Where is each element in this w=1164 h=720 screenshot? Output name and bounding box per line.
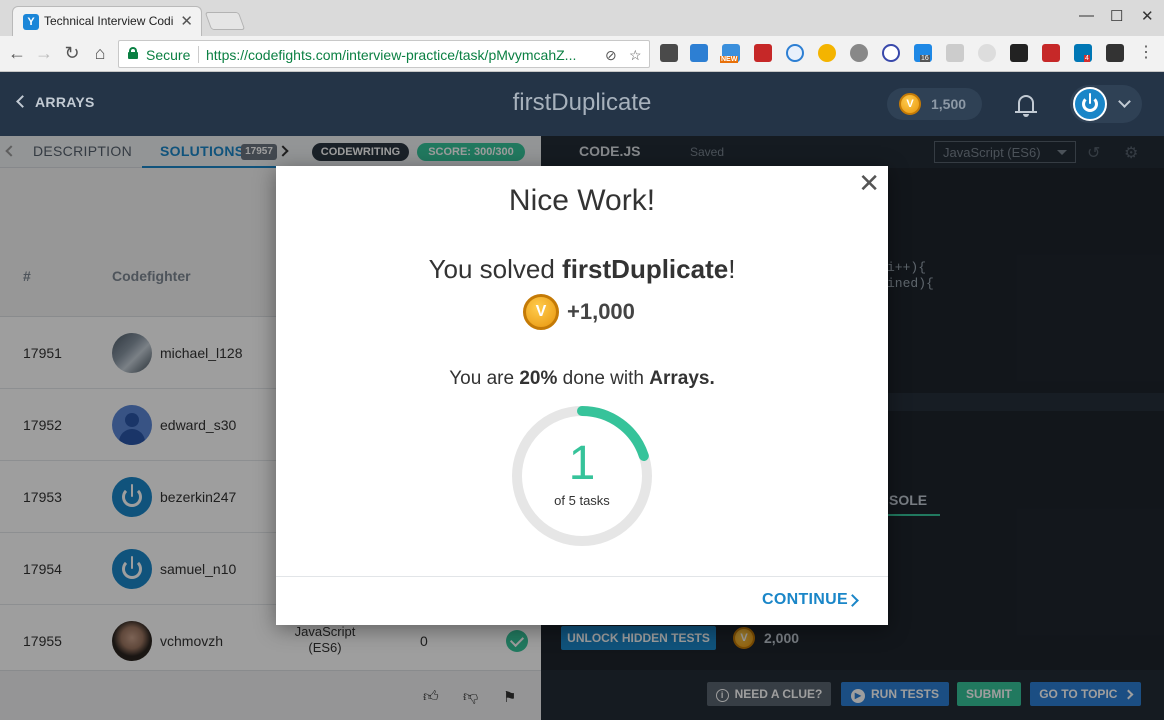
success-modal: ✕ Nice Work! You solved firstDuplicate! … [276, 166, 888, 625]
extension-play-icon[interactable] [754, 44, 772, 62]
home-icon[interactable]: ⌂ [88, 41, 112, 65]
modal-title: Nice Work! [508, 184, 656, 217]
chevron-right-icon[interactable] [846, 594, 859, 607]
maximize-icon[interactable]: ☐ [1110, 7, 1123, 25]
new-tab-button[interactable] [204, 12, 246, 30]
extension-wave-icon[interactable] [786, 44, 804, 62]
browser-menu-icon[interactable]: ⋮ [1134, 41, 1158, 65]
bookmark-star-icon[interactable]: ☆ [629, 47, 642, 64]
progress-prefix: You are [449, 368, 520, 389]
extension-cut-icon[interactable] [946, 44, 964, 62]
extension-x-icon[interactable] [1106, 44, 1124, 62]
avatar [1073, 87, 1107, 121]
forward-arrow-icon[interactable]: → [32, 41, 56, 65]
extension-gear-icon[interactable] [850, 44, 868, 62]
lock-icon [128, 47, 138, 59]
tab-close-icon[interactable]: ✕ [180, 12, 193, 30]
back-arrow-icon[interactable]: ← [5, 41, 29, 65]
tab-title: Technical Interview Codi [44, 14, 174, 28]
linkedin-count-badge: 4 [1084, 55, 1090, 62]
reload-icon[interactable]: ↻ [60, 41, 84, 65]
secure-label: Secure [146, 47, 191, 63]
browser-tab[interactable]: Y Technical Interview Codi ✕ [12, 6, 202, 36]
app-header: ARRAYS firstDuplicate 1,500 [0, 72, 1164, 136]
tasks-total-label: of 5 tasks [554, 493, 610, 508]
coins-value: 1,500 [931, 96, 967, 112]
progress-topic: Arrays. [649, 368, 715, 389]
solved-message: You solved firstDuplicate! [276, 254, 888, 285]
user-menu[interactable] [1070, 85, 1142, 123]
progress-percent: 20% [519, 368, 558, 389]
minimize-icon[interactable]: — [1079, 7, 1094, 24]
notifications-bell-icon[interactable] [1015, 93, 1037, 117]
extension-color-icon[interactable] [818, 44, 836, 62]
extension-count-badge: 16 [920, 55, 930, 62]
extension-s-icon[interactable] [690, 44, 708, 62]
close-window-icon[interactable]: ✕ [1141, 7, 1154, 25]
progress-mid: done with [557, 368, 650, 389]
page-title: firstDuplicate [512, 89, 652, 116]
solved-task-name: firstDuplicate [562, 254, 729, 284]
coins-balance[interactable]: 1,500 [887, 88, 982, 120]
coin-icon [899, 93, 921, 115]
cookie-blocked-icon[interactable]: ⊘ [605, 47, 617, 64]
extension-s16-icon[interactable]: 16 [914, 44, 932, 62]
solved-suffix: ! [728, 254, 736, 284]
continue-button[interactable]: CONTINUE [762, 591, 848, 609]
address-bar[interactable]: Secure https://codefights.com/interview-… [118, 40, 650, 68]
omnibox-separator [198, 46, 199, 63]
extension-circle-icon[interactable] [978, 44, 996, 62]
reward-amount: +1,000 [567, 299, 635, 324]
coin-icon [523, 294, 559, 330]
codefights-favicon-icon: Y [23, 14, 39, 30]
modal-divider [276, 576, 888, 577]
evernote-extension-icon[interactable] [660, 44, 678, 62]
chevron-down-icon [1118, 95, 1131, 108]
tasks-done-count: 1 [568, 437, 596, 490]
browser-tabstrip: Y Technical Interview Codi ✕ — ☐ ✕ [0, 0, 1164, 36]
topic-progress-message: You are 20% done with Arrays. [276, 368, 888, 390]
extension-block-icon[interactable] [882, 44, 900, 62]
solved-prefix: You solved [428, 254, 563, 284]
extension-new-icon[interactable]: NEW [720, 44, 740, 63]
extension-new-badge: NEW [720, 56, 739, 63]
url-text[interactable]: https://codefights.com/interview-practic… [206, 47, 601, 63]
extension-t-icon[interactable] [1042, 44, 1060, 62]
extension-grid-icon[interactable] [1010, 44, 1028, 62]
browser-toolbar: ← → ↻ ⌂ Secure https://codefights.com/in… [0, 36, 1164, 72]
linkedin-extension-icon[interactable]: 4 [1074, 44, 1092, 62]
